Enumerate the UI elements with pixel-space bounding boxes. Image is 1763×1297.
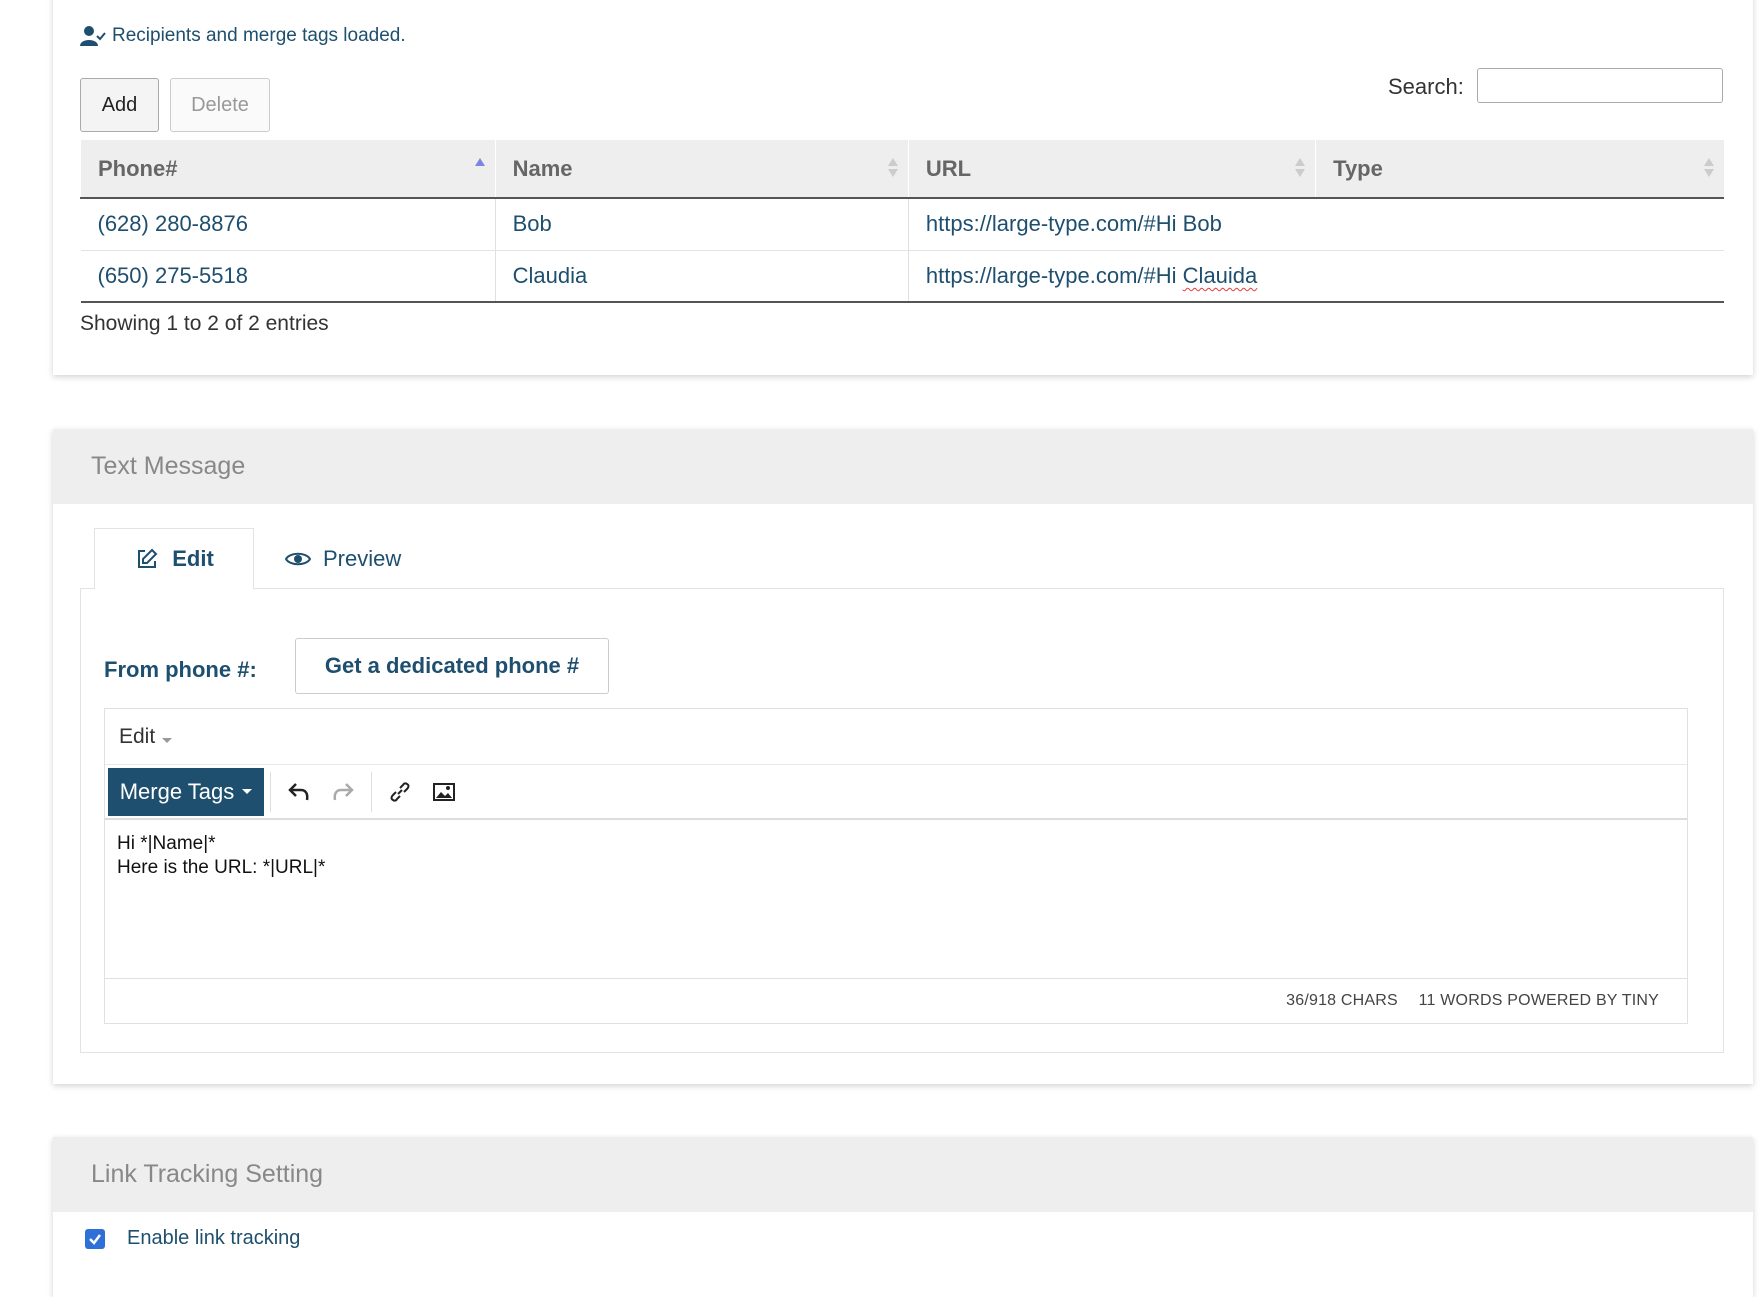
url-tail: Bob	[1182, 211, 1222, 237]
redo-icon	[333, 782, 354, 800]
message-line-1: Hi *|Name|*	[117, 833, 216, 854]
merge-tags-label: Merge Tags	[119, 778, 235, 804]
sort-icon	[1295, 158, 1306, 180]
user-check-icon	[80, 26, 106, 46]
url-tail: Clauida	[1182, 262, 1258, 288]
enable-link-tracking-row: Enable link tracking	[85, 1227, 300, 1250]
checkmark-icon	[89, 1233, 101, 1245]
char-count: 36/918 CHARS	[1286, 992, 1398, 1009]
word-count: 11 WORDS POWERED BY TINY	[1418, 992, 1659, 1009]
enable-link-tracking-checkbox[interactable]	[85, 1228, 105, 1249]
tab-edit-label: Edit	[172, 546, 214, 571]
message-editor: Edit Merge Tags Hi *|Name|* Here is the …	[104, 708, 1688, 1024]
column-label: URL	[925, 155, 972, 181]
panel-heading: Link Tracking Setting	[53, 1137, 1753, 1212]
tab-preview-label: Preview	[323, 545, 402, 571]
redo-button[interactable]	[321, 770, 365, 814]
eye-icon	[285, 552, 311, 565]
insert-image-button[interactable]	[422, 770, 466, 814]
undo-icon	[288, 782, 309, 800]
delete-button[interactable]: Delete	[170, 78, 270, 132]
link-icon	[390, 781, 410, 802]
add-button[interactable]: Add	[80, 78, 159, 132]
tab-preview[interactable]: Preview	[285, 528, 401, 589]
tab-body: From phone #: Get a dedicated phone # Ed…	[80, 589, 1724, 1053]
undo-button[interactable]	[277, 770, 321, 814]
table-header-row: Phone# Name URL Type	[80, 140, 1724, 199]
status-text: Recipients and merge tags loaded.	[112, 25, 406, 46]
get-dedicated-phone-button[interactable]: Get a dedicated phone #	[295, 638, 609, 694]
image-icon	[433, 782, 455, 801]
cell-url: https://large-type.com/#Hi Bob	[907, 198, 1724, 251]
cell-phone: (628) 280-8876	[80, 198, 496, 251]
insert-link-button[interactable]	[378, 770, 422, 814]
edit-menu[interactable]: Edit	[119, 724, 173, 749]
link-tracking-panel: Link Tracking Setting Enable link tracki…	[53, 1137, 1753, 1297]
cell-name: Claudia	[494, 250, 909, 303]
url-prefix: https://large-type.com/#Hi	[925, 211, 1183, 237]
from-phone-label: From phone #:	[104, 657, 257, 682]
edit-icon	[138, 548, 158, 568]
recipients-table: Phone# Name URL Type (628) 280-8876 Bob …	[80, 140, 1724, 303]
text-message-panel: Text Message Edit Preview From phone #: …	[53, 429, 1753, 1084]
sort-icon	[1704, 158, 1714, 180]
table-info: Showing 1 to 2 of 2 entries	[80, 312, 329, 335]
editor-menubar: Edit	[105, 709, 1687, 765]
message-line-2: Here is the URL: *|URL|*	[117, 857, 326, 878]
edit-menu-label: Edit	[119, 724, 156, 748]
caret-down-icon	[242, 789, 253, 794]
editor-statusbar: 36/918 CHARS 11 WORDS POWERED BY TINY	[105, 978, 1687, 1022]
table-row[interactable]: (650) 275-5518 Claudia https://large-typ…	[80, 250, 1724, 303]
recipients-panel: Recipients and merge tags loaded. Add De…	[53, 0, 1753, 375]
table-row[interactable]: (628) 280-8876 Bob https://large-type.co…	[80, 198, 1724, 251]
column-header-url[interactable]: URL	[907, 140, 1316, 199]
search-label: Search:	[1388, 74, 1464, 99]
search-input[interactable]	[1477, 68, 1723, 103]
enable-link-tracking-label: Enable link tracking	[127, 1227, 301, 1249]
column-label: Type	[1333, 155, 1383, 181]
editor-content[interactable]: Hi *|Name|* Here is the URL: *|URL|*	[105, 820, 1687, 978]
panel-heading: Text Message	[53, 429, 1753, 504]
url-prefix: https://large-type.com/#Hi	[925, 262, 1183, 288]
column-header-name[interactable]: Name	[494, 140, 909, 199]
cell-phone: (650) 275-5518	[80, 250, 496, 303]
caret-down-icon	[162, 737, 173, 743]
cell-url: https://large-type.com/#Hi Clauida	[907, 250, 1724, 303]
editor-toolbar: Merge Tags	[105, 765, 1687, 820]
column-label: Name	[512, 155, 573, 181]
merge-tags-button[interactable]: Merge Tags	[108, 767, 264, 816]
sort-asc-icon	[474, 158, 485, 180]
tab-edit[interactable]: Edit	[94, 528, 254, 590]
column-header-type[interactable]: Type	[1315, 140, 1724, 199]
editor-tabs: Edit Preview	[80, 528, 1724, 590]
column-label: Phone#	[98, 155, 178, 181]
toolbar-separator	[371, 771, 372, 812]
toolbar-separator	[270, 771, 271, 812]
sort-icon	[887, 158, 898, 180]
status-message: Recipients and merge tags loaded.	[80, 25, 406, 47]
column-header-phone[interactable]: Phone#	[80, 140, 496, 199]
cell-name: Bob	[494, 198, 909, 251]
